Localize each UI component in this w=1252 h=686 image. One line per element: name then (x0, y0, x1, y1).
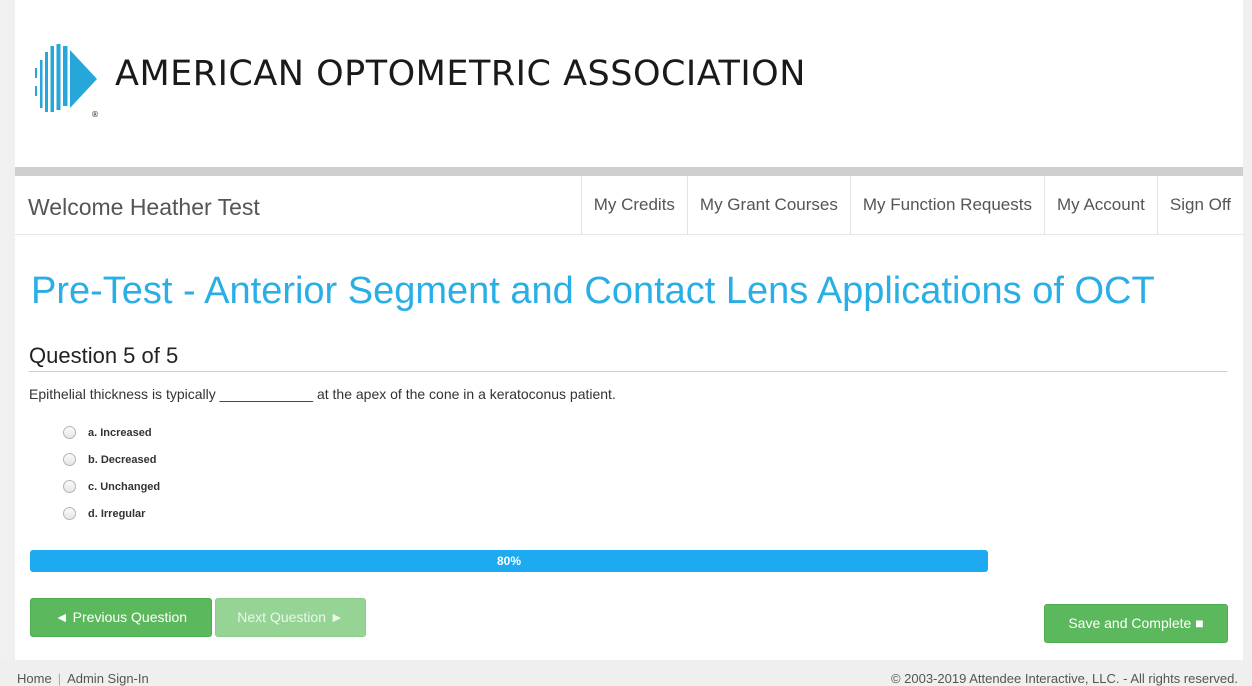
option-label: c. Unchanged (88, 480, 161, 493)
question-text: Epithelial thickness is typically ______… (29, 386, 616, 402)
radio-button[interactable] (63, 453, 76, 466)
welcome-message: Welcome Heather Test (28, 194, 260, 220)
aoa-logo-icon: ® (35, 44, 99, 118)
option-label: d. Irregular (88, 507, 146, 520)
nav-links: My Credits My Grant Courses My Function … (580, 176, 1243, 234)
header-divider (15, 167, 1243, 176)
option-label: b. Decreased (88, 453, 157, 466)
save-and-complete-button[interactable]: Save and Complete ■ (1044, 604, 1228, 643)
page-container: ® AMERICAN OPTOMETRIC ASSOCIATION Welcom… (15, 0, 1243, 660)
option-label: a. Increased (88, 426, 152, 439)
nav-my-account[interactable]: My Account (1044, 176, 1157, 234)
nav-my-grant-courses[interactable]: My Grant Courses (686, 176, 850, 234)
progress-label: 80% (496, 554, 522, 568)
radio-button[interactable] (63, 480, 76, 493)
answer-option-d[interactable]: d. Irregular (63, 500, 160, 527)
next-question-button[interactable]: Next Question ► (215, 598, 366, 637)
radio-button[interactable] (63, 426, 76, 439)
page-title: Pre-Test - Anterior Segment and Contact … (31, 270, 1155, 312)
answer-option-b[interactable]: b. Decreased (63, 446, 160, 473)
question-header: Question 5 of 5 (29, 343, 1227, 372)
progress-bar: 80% (30, 550, 988, 572)
previous-question-button[interactable]: ◄ Previous Question (30, 598, 212, 637)
footer: Home | Admin Sign-In © 2003-2019 Attendee … (0, 660, 1252, 686)
nav-my-credits[interactable]: My Credits (580, 176, 687, 234)
answer-options: a. Increased b. Decreased c. Unchanged d… (63, 419, 160, 527)
logo-text: AMERICAN OPTOMETRIC ASSOCIATION (115, 54, 806, 94)
radio-button[interactable] (63, 507, 76, 520)
top-navbar: Welcome Heather Test My Credits My Grant… (15, 176, 1243, 235)
answer-option-a[interactable]: a. Increased (63, 419, 160, 446)
nav-my-function-requests[interactable]: My Function Requests (849, 176, 1044, 234)
svg-text:®: ® (91, 110, 99, 118)
nav-sign-off[interactable]: Sign Off (1156, 176, 1243, 234)
answer-option-c[interactable]: c. Unchanged (63, 473, 160, 500)
